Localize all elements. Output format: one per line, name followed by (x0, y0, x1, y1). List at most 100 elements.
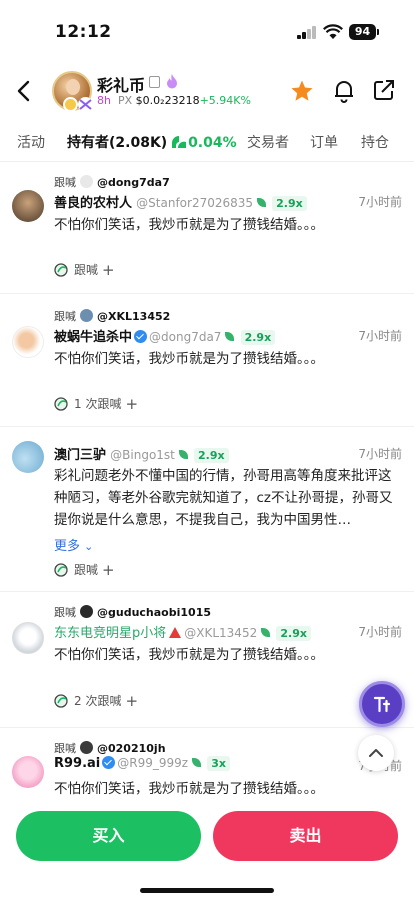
chevron-up-icon (369, 749, 383, 757)
star-icon[interactable] (290, 79, 314, 103)
follow-label: 跟喊 (54, 310, 76, 323)
verified-icon (102, 756, 116, 769)
more-label: 更多 (54, 539, 81, 554)
multiplier-badge: 2.9x (272, 196, 307, 211)
wifi-icon (323, 24, 343, 39)
battery-tip (377, 29, 379, 35)
follow-call-label: 1 次跟喊 (74, 397, 122, 411)
name-line: 东东电竞明星p小将 @XKL13452 2.9x (54, 622, 311, 641)
plus-icon: + (125, 395, 139, 413)
user-handle: @dong7da7 (149, 330, 222, 344)
tab-orders[interactable]: 订单 (310, 132, 338, 152)
fly-icon (54, 694, 68, 708)
status-bar: 12:12 94 (0, 0, 414, 58)
follow-call-action[interactable]: 2 次跟喊 + (54, 692, 138, 710)
fly-icon (54, 397, 68, 411)
leaf-icon (261, 628, 271, 637)
follow-call-action[interactable]: 跟喊 + (54, 261, 115, 279)
scroll-to-top-button[interactable] (358, 735, 394, 771)
fly-icon (54, 263, 68, 277)
coin-name: 彩礼币 (97, 76, 146, 95)
post-text: 彩礼问题老外不懂中国的行情，孙哥用高等角度来批评这种陋习，等老外谷歌完就知道了，… (54, 468, 393, 528)
chevron-down-icon: ⌄ (84, 540, 94, 553)
post-item: 跟喊@020210jh R99.ai@R99_999z 3x 7小时前 不怕你们… (0, 728, 414, 808)
signal-icon (297, 26, 317, 39)
follow-label: 跟喊 (54, 606, 76, 619)
follow-call-action[interactable]: 1 次跟喊 + (54, 395, 138, 413)
avatar[interactable] (12, 190, 44, 222)
user-name[interactable]: 东东电竞明星p小将 (54, 626, 166, 641)
follow-call-action[interactable]: 跟喊 + (54, 561, 115, 579)
tab-bar: 活动 持有者(2.08K) 0.04% 交易者 订单 持仓 (0, 124, 414, 162)
user-handle: @R99_999z (117, 756, 189, 770)
post-compose-fab[interactable] (359, 681, 405, 727)
multiplier-badge: 3x (207, 756, 230, 771)
trade-bar: 买入 卖出 (0, 800, 414, 900)
multiplier-badge: 2.9x (194, 448, 229, 463)
back-icon[interactable] (14, 78, 36, 104)
mini-avatar (80, 605, 93, 618)
tab-traders[interactable]: 交易者 (247, 132, 289, 152)
tab-holders-percent: 0.04% (188, 135, 237, 151)
follow-handle[interactable]: @XKL13452 (97, 310, 170, 323)
flame-icon (167, 74, 177, 89)
coin-price: PX $0.0₂23218+5.94K% (118, 94, 251, 107)
user-handle: @XKL13452 (184, 626, 258, 640)
post-text: 不怕你们笑话，我炒币就是为了攒钱结婚。。。 (54, 647, 324, 663)
coin-header: 彩礼币 8h PX $0.0₂23218+5.94K% (0, 66, 414, 116)
mini-avatar (80, 741, 93, 754)
mini-avatar (80, 309, 93, 322)
chain-badge-icon (78, 97, 93, 112)
follow-handle[interactable]: @020210jh (97, 742, 166, 755)
buy-button[interactable]: 买入 (16, 811, 201, 861)
status-time: 12:12 (55, 22, 112, 42)
user-name[interactable]: R99.ai (54, 756, 100, 771)
user-name[interactable]: 善良的农村人 (54, 196, 132, 211)
mini-avatar (80, 175, 93, 188)
name-line: 被蜗牛追杀中 @dong7da7 2.9x (54, 326, 276, 345)
user-handle: @Bingo1st (110, 448, 175, 462)
avatar[interactable] (12, 326, 44, 358)
avatar[interactable] (12, 756, 44, 788)
follow-handle[interactable]: @dong7da7 (97, 176, 170, 189)
tab-positions[interactable]: 持仓 (361, 132, 389, 152)
verified-icon (134, 330, 148, 343)
leaf-icon (178, 450, 188, 459)
name-line: R99.ai @R99_999z 3x (54, 756, 230, 771)
name-line: 澳门三驴 @Bingo1st 2.9x (54, 444, 229, 463)
tab-activity[interactable]: 活动 (17, 132, 45, 152)
post-time: 7小时前 (358, 329, 402, 343)
user-name[interactable]: 被蜗牛追杀中 (54, 330, 132, 345)
follow-call-label: 跟喊 (74, 563, 99, 577)
price-change: +5.94K% (199, 94, 251, 107)
more-link[interactable]: 更多 ⌄ (54, 535, 93, 554)
user-name[interactable]: 澳门三驴 (54, 448, 106, 463)
plus-icon: + (102, 261, 115, 279)
compose-icon (373, 696, 391, 713)
plus-icon: + (125, 692, 139, 710)
post-time: 7小时前 (358, 625, 402, 639)
price-value: $0.0₂23218 (135, 94, 200, 107)
holder-share-icon (172, 136, 187, 148)
post-time: 7小时前 (358, 195, 402, 209)
avatar[interactable] (12, 441, 44, 473)
battery-indicator: 94 (349, 24, 376, 40)
name-line: 善良的农村人 @Stanfor27026835 2.9x (54, 192, 307, 211)
leaf-icon (257, 198, 267, 207)
avatar[interactable] (12, 622, 44, 654)
bell-icon[interactable] (333, 79, 355, 103)
sell-button[interactable]: 卖出 (213, 811, 398, 861)
share-icon[interactable] (373, 79, 395, 101)
copy-icon[interactable] (149, 76, 160, 88)
post-item: 跟喊 @dong7da7 善良的农村人 @Stanfor27026835 2.9x… (0, 166, 414, 294)
follow-handle[interactable]: @guduchaobi1015 (97, 606, 211, 619)
post-text: 不怕你们笑话，我炒币就是为了攒钱结婚。。。 (54, 351, 324, 367)
post-item: 澳门三驴 @Bingo1st 2.9x 7小时前 彩礼问题老外不懂中国的行情，孙… (0, 427, 414, 592)
tab-holders[interactable]: 持有者(2.08K) 0.04% (67, 132, 237, 152)
follow-call-label: 跟喊 (74, 263, 99, 277)
post-text: 不怕你们笑话，我炒币就是为了攒钱结婚。。。 (54, 781, 324, 797)
follow-line: 跟喊 @guduchaobi1015 (54, 604, 211, 620)
fly-icon (54, 563, 68, 577)
home-indicator (140, 888, 274, 893)
coin-badge-icon (63, 97, 78, 112)
